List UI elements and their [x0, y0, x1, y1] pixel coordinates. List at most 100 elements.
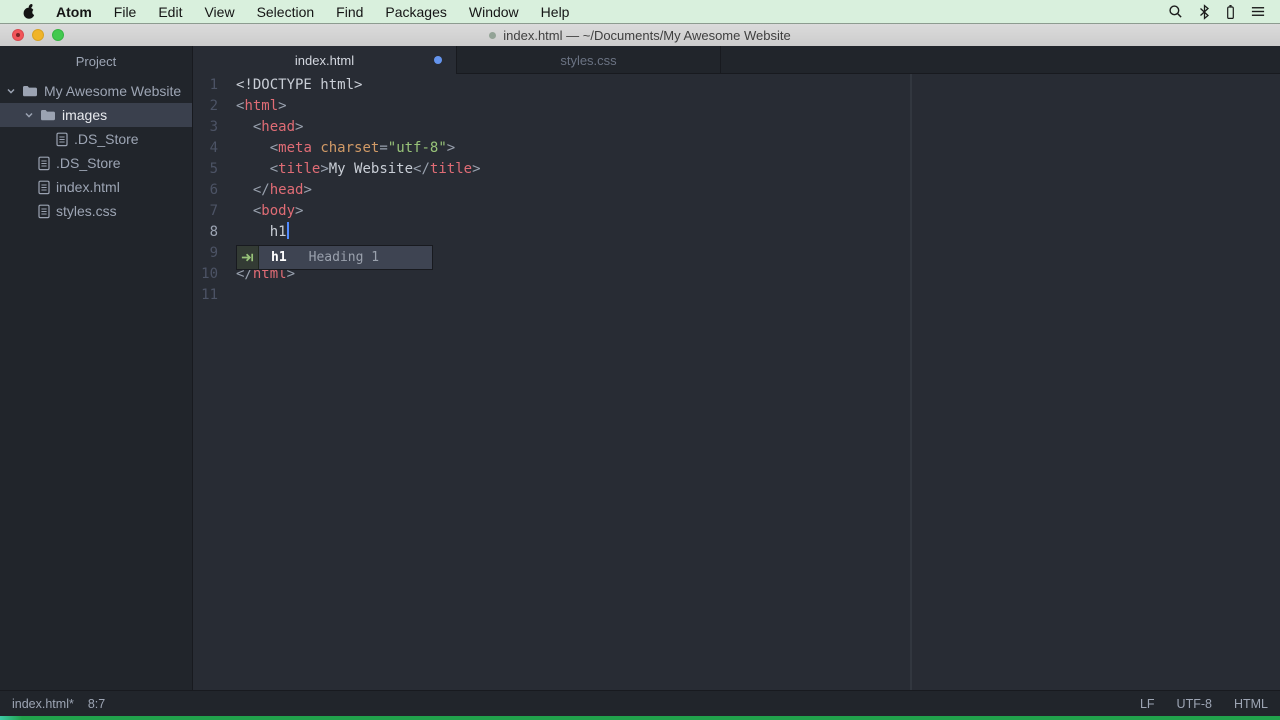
tab-styles.css[interactable]: styles.css — [457, 46, 721, 74]
menu-bar-status-icons — [1168, 4, 1266, 20]
minimize-button[interactable] — [32, 29, 44, 41]
code-line-3[interactable]: 3 <head> — [193, 117, 1280, 138]
status-file-name[interactable]: index.html* — [12, 697, 74, 711]
code-line-8[interactable]: 8 h1 — [193, 222, 1280, 243]
zoom-button[interactable] — [52, 29, 64, 41]
chevron-down-icon[interactable] — [24, 110, 34, 120]
chevron-down-icon[interactable] — [6, 86, 16, 96]
code-line-6[interactable]: 6 </head> — [193, 180, 1280, 201]
token: > — [295, 203, 303, 219]
line-number: 5 — [193, 159, 236, 180]
line-number: 2 — [193, 96, 236, 117]
main-area: Project My Awesome Websiteimages .DS_Stor… — [0, 46, 1280, 690]
menu-packages[interactable]: Packages — [374, 4, 457, 20]
close-button[interactable] — [12, 29, 24, 41]
token — [236, 203, 253, 219]
status-bar: index.html* 8:7 LF UTF-8 HTML — [0, 690, 1280, 716]
code-editor[interactable]: 1<!DOCTYPE html>2<html>3 <head>4 <meta c… — [193, 74, 1280, 690]
token — [236, 119, 253, 135]
line-number: 10 — [193, 264, 236, 285]
tree-item-index.html[interactable]: index.html — [0, 175, 192, 199]
token: head — [270, 182, 304, 198]
menu-selection[interactable]: Selection — [246, 4, 326, 20]
menu-items: AtomFileEditViewSelectionFindPackagesWin… — [45, 4, 580, 20]
code-line-5[interactable]: 5 <title>My Website</title> — [193, 159, 1280, 180]
file-tree: My Awesome Websiteimages .DS_Store .DS_Sto… — [0, 79, 192, 223]
token: </ — [253, 182, 270, 198]
editor-pane: index.htmlstyles.css 1<!DOCTYPE html>2<h… — [193, 46, 1280, 690]
suggestion-label: h1 — [271, 247, 287, 268]
menu-file[interactable]: File — [103, 4, 148, 20]
status-bar-left: index.html* 8:7 — [12, 697, 105, 711]
token: > — [447, 140, 455, 156]
token: title — [430, 161, 472, 177]
line-number: 6 — [193, 180, 236, 201]
menu-find[interactable]: Find — [325, 4, 374, 20]
project-tree-panel: Project My Awesome Websiteimages .DS_Stor… — [0, 46, 193, 690]
status-bar-right: LF UTF-8 HTML — [1140, 697, 1268, 711]
status-cursor-position[interactable]: 8:7 — [88, 697, 105, 711]
menu-edit[interactable]: Edit — [147, 4, 193, 20]
device-battery-icon[interactable] — [1226, 4, 1235, 20]
folder-icon — [40, 108, 56, 122]
code-line-2[interactable]: 2<html> — [193, 96, 1280, 117]
tab-bar: index.html styles.css — [193, 46, 1280, 74]
apple-menu-icon[interactable] — [14, 3, 45, 20]
token: head — [261, 119, 295, 135]
token — [236, 161, 270, 177]
code-text: </head> — [236, 180, 312, 201]
token: > — [278, 98, 286, 114]
tree-item-my awesome website[interactable]: My Awesome Website — [0, 79, 192, 103]
code-line-4[interactable]: 4 <meta charset="utf-8"> — [193, 138, 1280, 159]
window-title-bar[interactable]: index.html — ~/Documents/My Awesome Webs… — [0, 24, 1280, 46]
code-line-11[interactable]: 11 — [193, 285, 1280, 306]
autocomplete-popup: h1 Heading 1 — [236, 245, 433, 270]
token: html — [244, 98, 278, 114]
token: < — [270, 140, 278, 156]
code-text: <meta charset="utf-8"> — [236, 138, 455, 159]
menu-help[interactable]: Help — [530, 4, 581, 20]
menu-view[interactable]: View — [193, 4, 245, 20]
token: > — [295, 119, 303, 135]
autocomplete-suggestion-row[interactable]: h1 Heading 1 — [259, 246, 432, 269]
screen: AtomFileEditViewSelectionFindPackagesWin… — [0, 0, 1280, 720]
tree-item-.ds_store[interactable]: .DS_Store — [0, 151, 192, 175]
menu-window[interactable]: Window — [458, 4, 530, 20]
tree-item-label: .DS_Store — [74, 131, 139, 147]
menu-atom[interactable]: Atom — [45, 4, 103, 20]
tab-index.html[interactable]: index.html — [193, 46, 457, 74]
token: body — [261, 203, 295, 219]
spotlight-search-icon[interactable] — [1168, 4, 1183, 19]
token: "utf-8" — [388, 140, 447, 156]
tab-label: styles.css — [560, 53, 616, 68]
traffic-lights — [12, 29, 64, 41]
tree-item-styles.css[interactable]: styles.css — [0, 199, 192, 223]
token: meta — [278, 140, 312, 156]
notification-list-icon[interactable] — [1250, 4, 1266, 19]
token: > — [472, 161, 480, 177]
line-number: 11 — [193, 285, 236, 306]
token: = — [379, 140, 387, 156]
tree-item-images[interactable]: images — [0, 103, 192, 127]
window-title: index.html — ~/Documents/My Awesome Webs… — [503, 28, 790, 43]
line-number: 7 — [193, 201, 236, 222]
file-icon — [38, 180, 50, 195]
code-text: <head> — [236, 117, 303, 138]
token: > — [320, 161, 328, 177]
project-panel-header: Project — [0, 46, 192, 79]
text-cursor — [287, 222, 289, 239]
line-number: 1 — [193, 75, 236, 96]
bluetooth-icon[interactable] — [1198, 4, 1211, 20]
code-line-1[interactable]: 1<!DOCTYPE html> — [193, 75, 1280, 96]
code-line-7[interactable]: 7 <body> — [193, 201, 1280, 222]
token: </ — [413, 161, 430, 177]
tree-item-.ds_store[interactable]: .DS_Store — [0, 127, 192, 151]
status-line-ending[interactable]: LF — [1140, 697, 1155, 711]
document-proxy-icon — [489, 32, 496, 39]
status-encoding[interactable]: UTF-8 — [1177, 697, 1212, 711]
line-number: 8 — [193, 222, 236, 243]
status-grammar[interactable]: HTML — [1234, 697, 1268, 711]
tree-item-label: .DS_Store — [56, 155, 121, 171]
token — [236, 224, 270, 240]
video-progress-bar[interactable] — [0, 716, 1280, 720]
